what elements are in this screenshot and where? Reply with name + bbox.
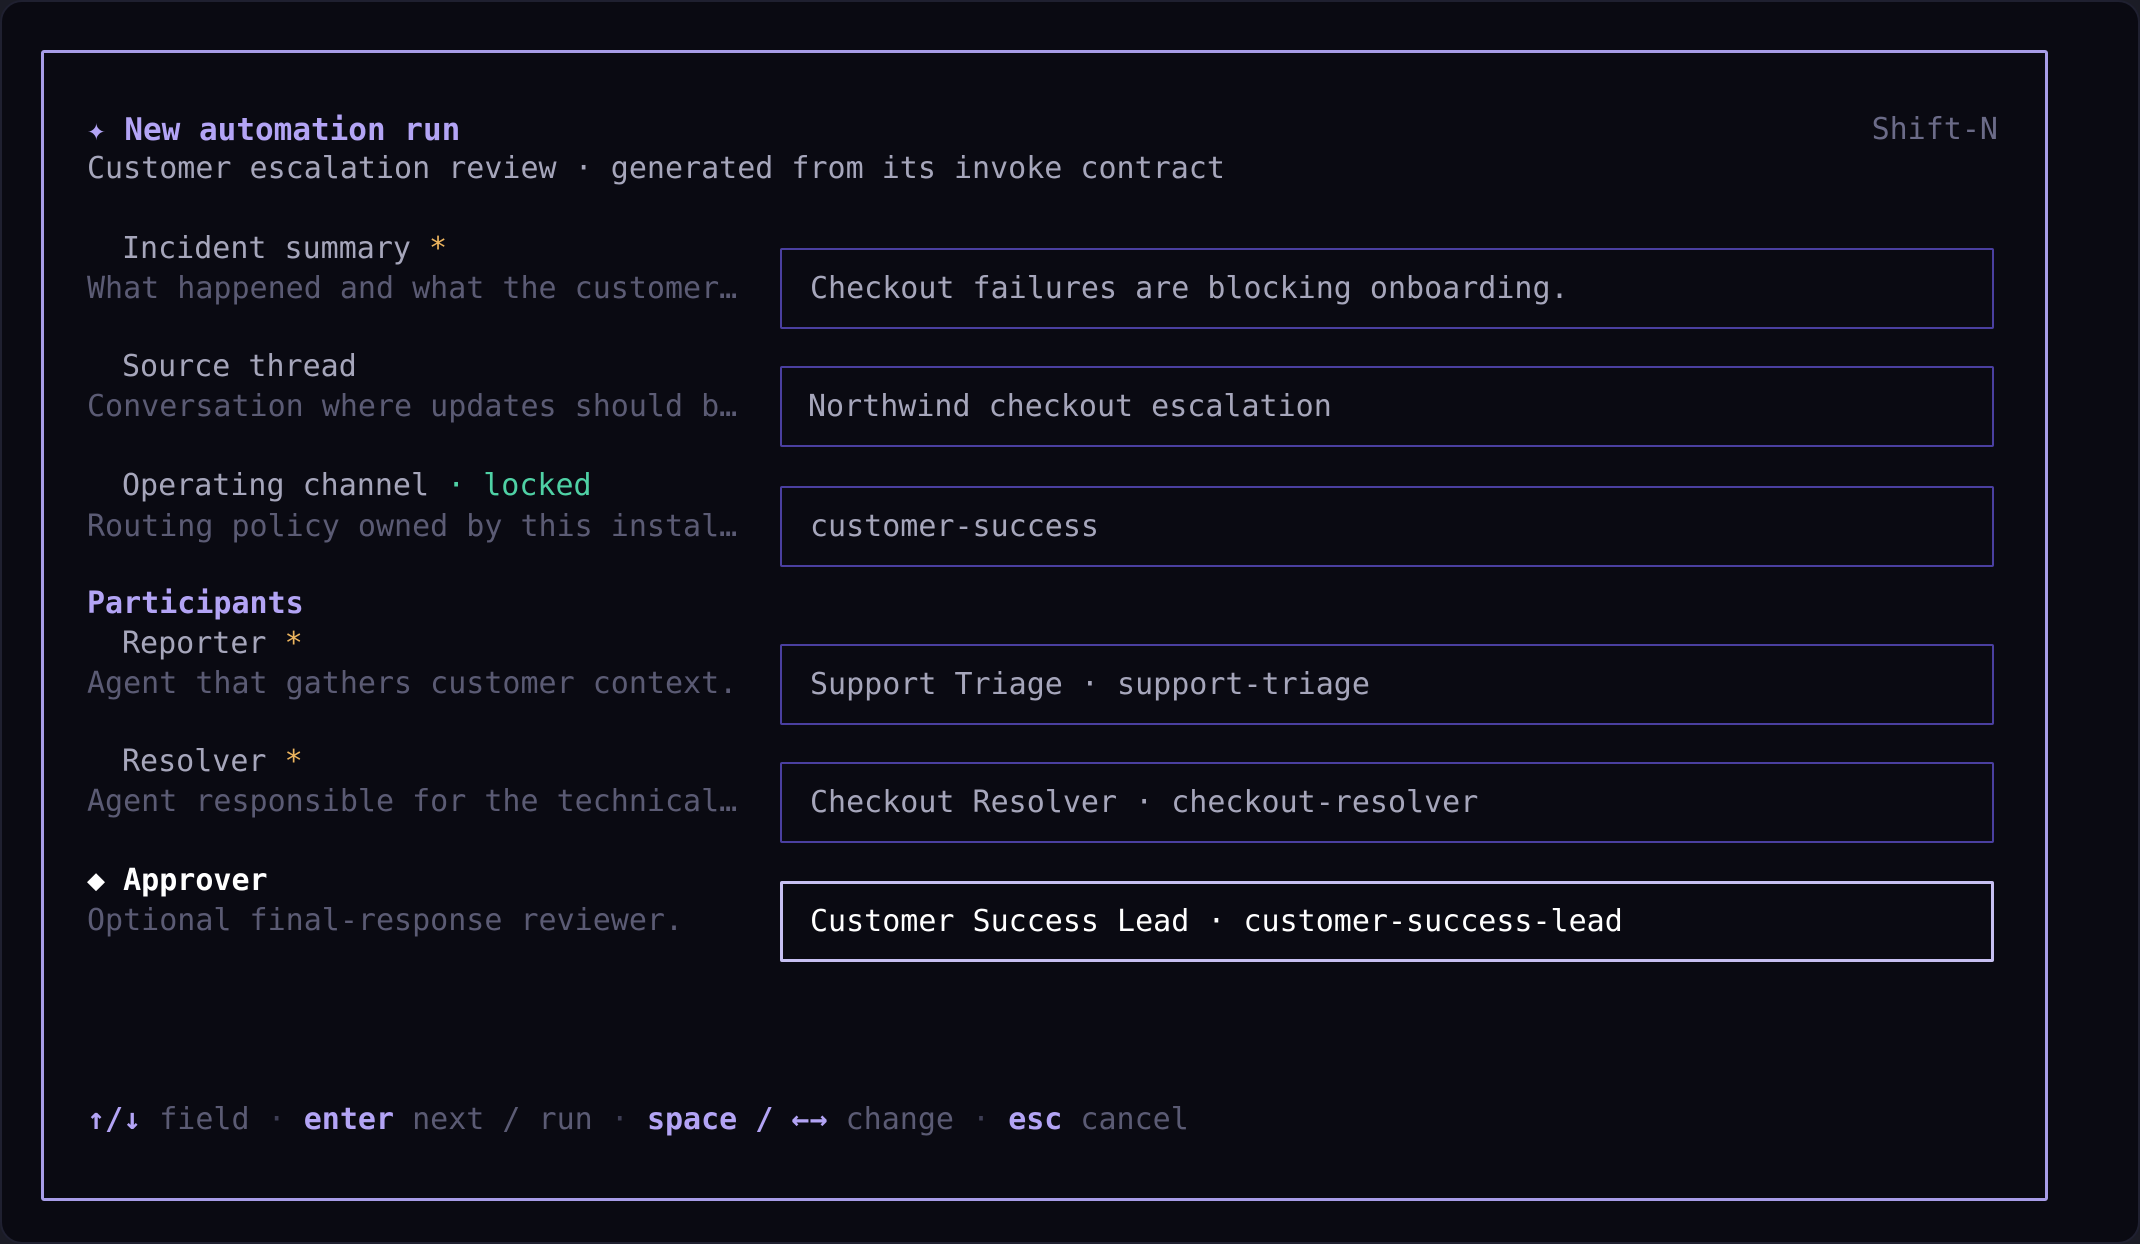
approver-select[interactable]: Customer Success Lead · customer-success… [780,881,1994,962]
approver-label-text: Approver [123,863,268,898]
hint-next-run: next / run [394,1102,593,1137]
required-marker: * [284,744,303,779]
resolver-select[interactable]: Checkout Resolver · checkout-resolver [780,762,1994,843]
required-marker: * [429,231,448,266]
required-marker: * [284,626,303,661]
operating-channel-input: customer-success [780,486,1994,567]
automation-run-panel [41,50,2048,1201]
terminal-window: ✦ New automation run Shift-N Customer es… [0,0,2140,1244]
incident-summary-description: What happened and what the customer… [87,271,738,306]
participants-heading: Participants [87,586,304,621]
operating-channel-value: customer-success [810,509,1099,544]
reporter-label: Reporter * [122,629,303,659]
hint-separator: · [249,1102,304,1137]
hint-change: change [827,1102,954,1137]
reporter-select[interactable]: Support Triage · support-triage [780,644,1994,725]
approver-description: Optional final-response reviewer. [87,903,684,938]
reporter-label-text: Reporter [122,626,267,661]
key-space-arrows: space / ←→ [646,1102,828,1137]
approver-value: Customer Success Lead · customer-success… [810,904,1623,939]
hint-separator: · [592,1102,647,1137]
resolver-label-text: Resolver [122,744,267,779]
dialog-title-text: New automation run [124,112,461,148]
reporter-value: Support Triage · support-triage [810,667,1370,702]
locked-status: · locked [447,468,592,503]
operating-channel-label-text: Operating channel [122,468,430,503]
hint-field: field [141,1102,250,1137]
source-thread-value: Northwind checkout escalation [808,389,1332,424]
reporter-description: Agent that gathers customer context. [87,666,738,701]
shortcut-hint: Shift-N [1871,112,1998,147]
key-enter: enter [303,1102,395,1137]
hint-cancel: cancel [1062,1102,1189,1137]
incident-summary-value: Checkout failures are blocking onboardin… [810,271,1569,306]
hint-separator: · [954,1102,1009,1137]
incident-summary-label-text: Incident summary [122,231,411,266]
sparkle-icon: ✦ [87,112,106,148]
resolver-description: Agent responsible for the technical… [87,784,738,819]
diamond-icon: ◆ [87,863,106,898]
incident-summary-input[interactable]: Checkout failures are blocking onboardin… [780,248,1994,329]
key-esc: esc [1008,1102,1063,1137]
key-up-down: ↑/↓ [87,1102,142,1137]
source-thread-input[interactable]: Northwind checkout escalation [780,366,1994,447]
dialog-subtitle: Customer escalation review · generated f… [87,151,1225,186]
keybinding-hints: ↑/↓ field · enter next / run · space / ←… [87,1105,1189,1135]
operating-channel-description: Routing policy owned by this instal… [87,509,738,544]
incident-summary-label: Incident summary * [122,234,447,264]
approver-label: ◆ Approver [87,866,268,896]
source-thread-description: Conversation where updates should b… [87,389,738,424]
source-thread-label: Source thread [122,349,357,384]
resolver-value: Checkout Resolver · checkout-resolver [810,785,1479,820]
resolver-label: Resolver * [122,747,303,777]
dialog-title: ✦ New automation run [87,115,460,146]
operating-channel-label: Operating channel · locked [122,471,592,501]
